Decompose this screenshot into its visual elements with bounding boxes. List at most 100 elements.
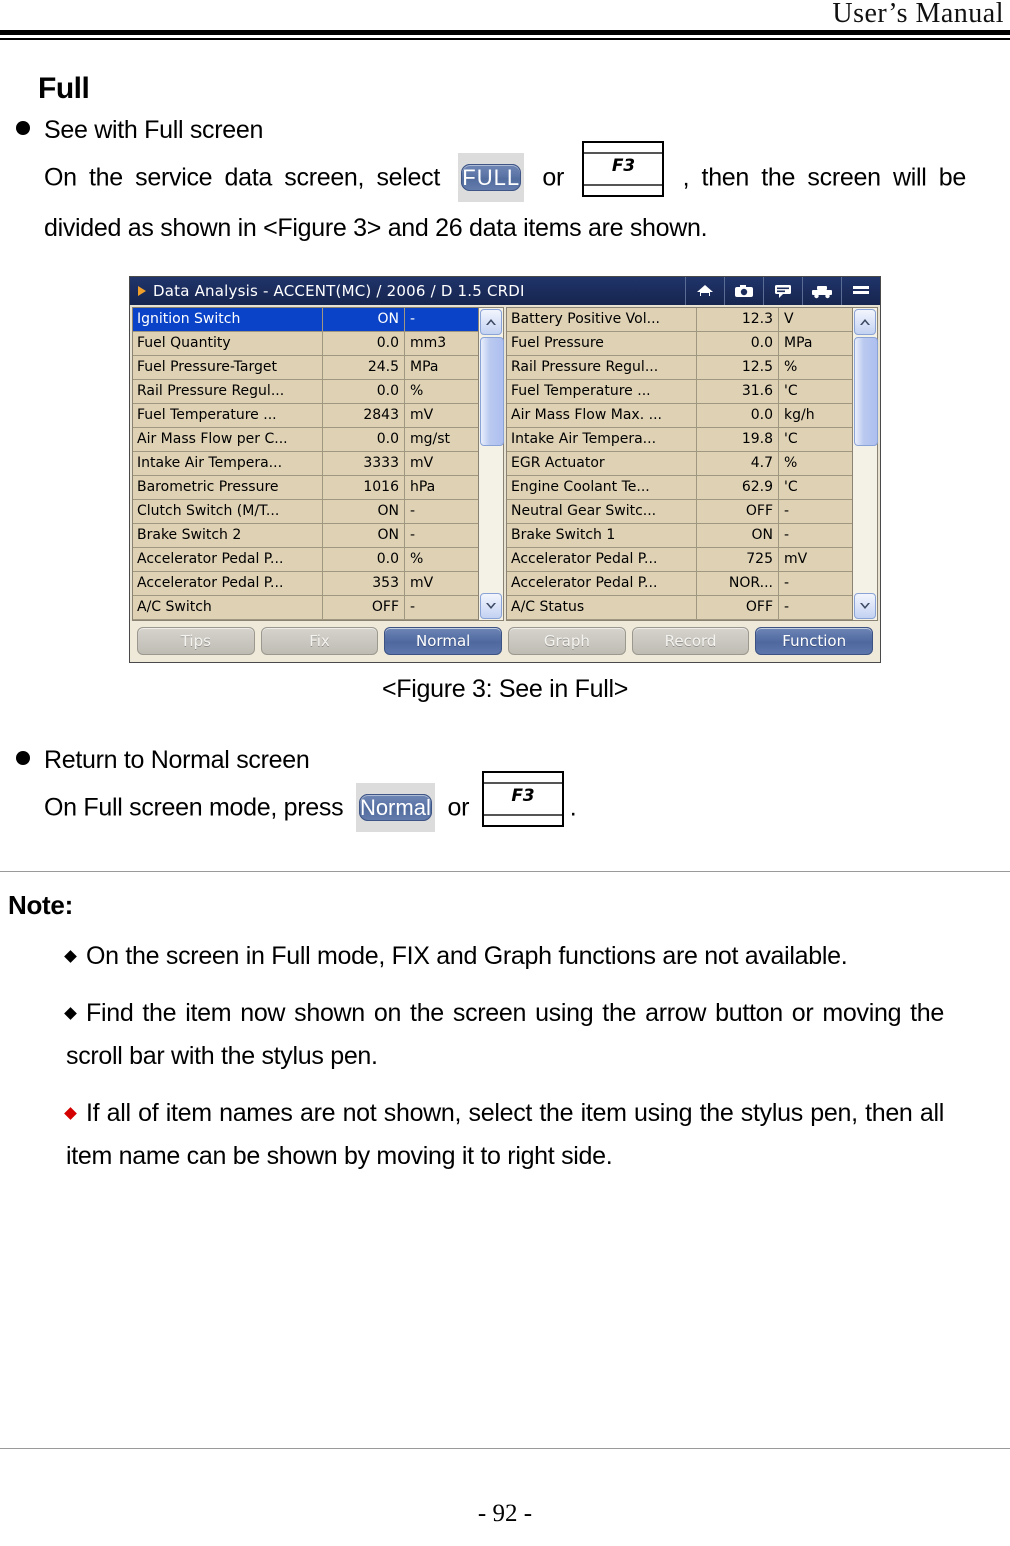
data-item-name: Rail Pressure Regul...: [507, 356, 697, 379]
data-item-value: 12.3: [697, 308, 779, 331]
data-item-value: 12.5: [697, 356, 779, 379]
scroll-down-arrow-icon[interactable]: [480, 593, 502, 619]
data-item-unit: mg/st: [410, 431, 451, 447]
normal-button-label: Normal: [358, 793, 432, 821]
note-item: On the screen in Full mode, FIX and Grap…: [64, 935, 944, 978]
data-item-name: A/C Status: [507, 596, 697, 619]
note-bullet-icon: [64, 1107, 77, 1120]
table-row[interactable]: Clutch Switch (M/T... ON -: [133, 500, 478, 524]
device-button-graph[interactable]: Graph: [508, 627, 626, 655]
scroll-down-arrow-icon[interactable]: [854, 593, 876, 619]
table-row[interactable]: Barometric Pressure 1016 hPa: [133, 476, 478, 500]
data-item-name: Brake Switch 1: [507, 524, 697, 547]
f3-key-icon[interactable]: F3: [582, 141, 665, 197]
table-row[interactable]: Rail Pressure Regul... 0.0%: [133, 380, 478, 404]
data-item-name: Air Mass Flow per C...: [133, 428, 323, 451]
data-item-name: Accelerator Pedal P...: [507, 572, 697, 595]
data-item-unit: mm3: [410, 335, 447, 351]
data-item-name: Neutral Gear Switc...: [507, 500, 697, 523]
table-row[interactable]: Fuel Temperature ... 31.6 'C: [507, 380, 852, 404]
table-row[interactable]: Fuel Pressure 0.0 MPa: [507, 332, 852, 356]
data-item-value: OFF: [697, 500, 779, 523]
data-item-value: 725: [697, 548, 779, 571]
device-title-text: Data Analysis - ACCENT(MC) / 2006 / D 1.…: [153, 282, 525, 300]
data-item-unit: mV: [410, 575, 434, 591]
page-number: - 92 -: [477, 1500, 533, 1527]
titlebar-arrow-icon: [138, 286, 146, 296]
data-item-unit: MPa: [410, 359, 439, 375]
left-scrollbar[interactable]: [478, 307, 504, 621]
data-item-value: 0.0: [697, 332, 779, 355]
table-row[interactable]: Intake Air Tempera... 19.8 'C: [507, 428, 852, 452]
data-item-name: Fuel Pressure-Target: [133, 356, 323, 379]
table-row[interactable]: Engine Coolant Te... 62.9 'C: [507, 476, 852, 500]
table-row[interactable]: Fuel Quantity 0.0 mm3: [133, 332, 478, 356]
data-item-value: OFF: [323, 596, 405, 619]
right-scrollbar[interactable]: [852, 307, 878, 621]
table-row[interactable]: Fuel Pressure-Target 24.5 MPa: [133, 356, 478, 380]
table-row[interactable]: Brake Switch 2 ON -: [133, 524, 478, 548]
right-scroll-thumb[interactable]: [854, 337, 878, 446]
bullet-see-full-screen: See with Full screen: [16, 116, 1010, 145]
data-item-unit: -: [784, 527, 790, 543]
note-title: Note:: [8, 890, 73, 920]
table-row[interactable]: A/C Switch OFF -: [133, 596, 478, 620]
camera-icon[interactable]: [724, 277, 763, 305]
data-item-unit: mV: [784, 551, 808, 567]
left-data-grid: Ignition Switch ON - Fuel Quantity 0.0 mm3 Fue…: [132, 307, 478, 621]
data-item-value: 24.5: [323, 356, 405, 379]
data-item-value: 0.0: [323, 380, 405, 403]
table-row[interactable]: Accelerator Pedal P... 0.0%: [133, 548, 478, 572]
car-icon[interactable]: [802, 277, 841, 305]
data-item-name: Fuel Temperature ...: [507, 380, 697, 403]
home-icon[interactable]: [685, 277, 724, 305]
table-row[interactable]: Ignition Switch ON -: [133, 308, 478, 332]
full-instruction-text-2: or: [542, 163, 565, 192]
left-scroll-track[interactable]: [480, 337, 504, 591]
data-item-value: 0.0: [323, 548, 405, 571]
f3-key-bar-top: [483, 782, 562, 784]
left-scroll-thumb[interactable]: [480, 337, 504, 446]
table-row[interactable]: Accelerator Pedal P... 353 mV: [133, 572, 478, 596]
right-data-panel: Battery Positive Vol... 12.3 V Fuel Pressur…: [506, 307, 878, 621]
data-item-name: Fuel Temperature ...: [133, 404, 323, 427]
data-item-name: Engine Coolant Te...: [507, 476, 697, 499]
table-row[interactable]: Rail Pressure Regul... 12.5%: [507, 356, 852, 380]
data-item-value: ON: [323, 308, 405, 331]
data-item-value: 0.0: [323, 332, 405, 355]
table-row[interactable]: Neutral Gear Switc... OFF -: [507, 500, 852, 524]
device-button-fix[interactable]: Fix: [260, 627, 379, 655]
device-button-normal[interactable]: Normal: [384, 627, 503, 655]
table-row[interactable]: A/C Status OFF -: [507, 596, 852, 620]
bullet-dot-icon: [16, 121, 30, 135]
scroll-up-arrow-icon[interactable]: [480, 309, 502, 335]
data-item-unit: -: [410, 599, 416, 615]
device-button-function[interactable]: Function: [755, 627, 874, 655]
device-button-record[interactable]: Record: [631, 627, 750, 655]
data-item-value: 4.7: [697, 452, 779, 475]
f3-key-icon[interactable]: F3: [481, 771, 564, 827]
speech-bubble-icon[interactable]: [763, 277, 802, 305]
data-item-unit: MPa: [784, 335, 813, 351]
data-item-unit: %: [410, 551, 424, 567]
scroll-up-arrow-icon[interactable]: [854, 309, 876, 335]
full-button[interactable]: FULL: [458, 152, 525, 202]
device-button-tips[interactable]: Tips: [137, 627, 255, 655]
table-row[interactable]: EGR Actuator 4.7%: [507, 452, 852, 476]
data-item-unit: V: [784, 311, 794, 327]
data-item-unit: mV: [410, 455, 434, 471]
table-row[interactable]: Accelerator Pedal P... NOR... -: [507, 572, 852, 596]
data-item-unit: 'C: [784, 431, 798, 447]
table-row[interactable]: Brake Switch 1 ON -: [507, 524, 852, 548]
menu-icon[interactable]: [841, 277, 880, 305]
table-row[interactable]: Air Mass Flow per C... 0.0 mg/st: [133, 428, 478, 452]
normal-button[interactable]: Normal: [355, 782, 435, 832]
bullet-see-full-screen-label: See with Full screen: [44, 116, 264, 144]
table-row[interactable]: Air Mass Flow Max. ... 0.0 kg/h: [507, 404, 852, 428]
table-row[interactable]: Intake Air Tempera... 3333 mV: [133, 452, 478, 476]
table-row[interactable]: Accelerator Pedal P... 725 mV: [507, 548, 852, 572]
right-scroll-track[interactable]: [854, 337, 878, 591]
table-row[interactable]: Battery Positive Vol... 12.3 V: [507, 308, 852, 332]
table-row[interactable]: Fuel Temperature ... 2843 mV: [133, 404, 478, 428]
data-item-unit: hPa: [410, 479, 436, 495]
